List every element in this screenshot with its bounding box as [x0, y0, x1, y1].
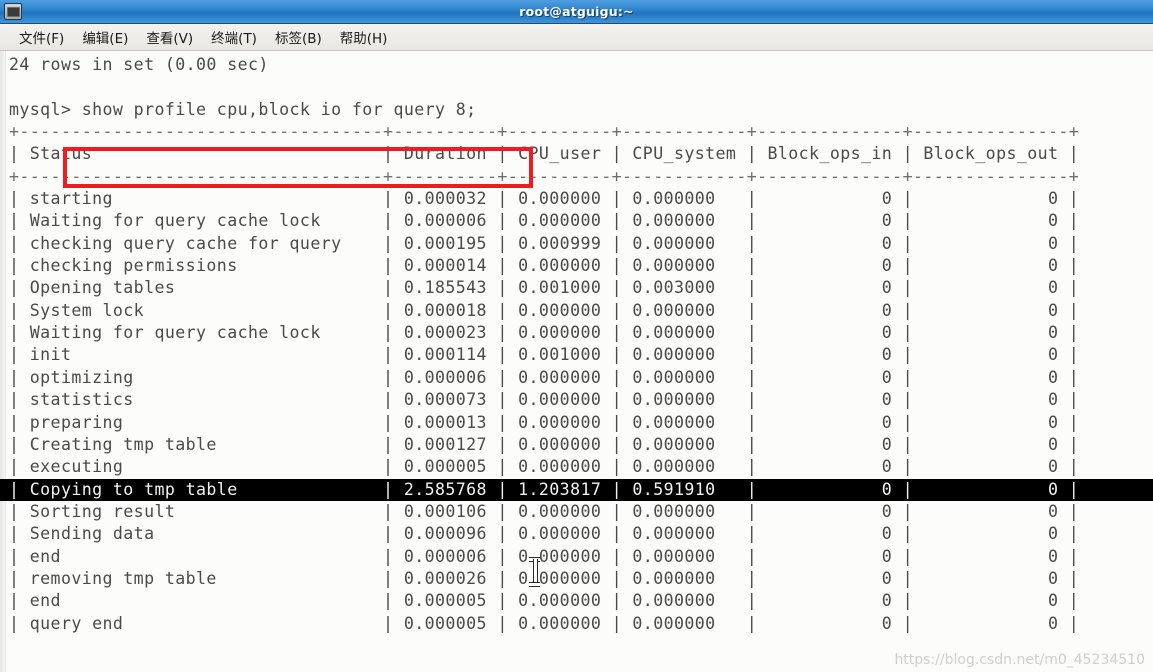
- table-row: | Opening tables | 0.185543 | 0.001000 |…: [9, 278, 1080, 298]
- table-row: | preparing | 0.000013 | 0.000000 | 0.00…: [9, 412, 1080, 432]
- table-row: | checking query cache for query | 0.000…: [9, 233, 1080, 253]
- table-row: | end | 0.000006 | 0.000000 | 0.000000 |…: [9, 546, 1080, 566]
- menu-terminal[interactable]: 终端(T): [202, 25, 266, 49]
- result-notice: 24 rows in set (0.00 sec): [9, 55, 269, 74]
- menu-file[interactable]: 文件(F): [10, 25, 73, 49]
- title-bar: root@atguigu:~: [0, 0, 1153, 24]
- table-separator-header: +-----------------------------------+---…: [9, 166, 1080, 186]
- table-row: | init | 0.000114 | 0.001000 | 0.000000 …: [9, 345, 1080, 365]
- table-row: | end | 0.000005 | 0.000000 | 0.000000 |…: [9, 591, 1080, 611]
- menu-edit[interactable]: 编辑(E): [73, 25, 137, 49]
- table-row: | Sending data | 0.000096 | 0.000000 | 0…: [9, 524, 1080, 544]
- menu-view[interactable]: 查看(V): [137, 25, 202, 49]
- table-row: | Sorting result | 0.000106 | 0.000000 |…: [9, 501, 1080, 521]
- terminal-window: root@atguigu:~ 文件(F) 编辑(E) 查看(V) 终端(T) 标签(B)…: [0, 0, 1153, 672]
- table-row: | removing tmp table | 0.000026 | 0.0000…: [9, 568, 1080, 588]
- table-row: | Copying to tmp table | 2.585768 | 1.20…: [0, 478, 1153, 501]
- table-row: | executing | 0.000005 | 0.000000 | 0.00…: [9, 457, 1080, 477]
- menu-help[interactable]: 帮助(H): [331, 25, 397, 49]
- table-row: | statistics | 0.000073 | 0.000000 | 0.0…: [9, 390, 1080, 410]
- command-line: mysql> show profile cpu,block io for que…: [9, 99, 477, 119]
- terminal-output: 24 rows in set (0.00 sec) mysql> show pro…: [0, 51, 1153, 672]
- table-row: | Creating tmp table | 0.000127 | 0.0000…: [9, 434, 1080, 454]
- table-row: | Waiting for query cache lock | 0.00000…: [9, 211, 1080, 231]
- table-header-row: | Status | Duration | CPU_user | CPU_sys…: [9, 144, 1080, 164]
- table-row: | Waiting for query cache lock | 0.00002…: [9, 323, 1080, 343]
- table-row: | starting | 0.000032 | 0.000000 | 0.000…: [9, 189, 1080, 209]
- table-row: | optimizing | 0.000006 | 0.000000 | 0.0…: [9, 367, 1080, 387]
- menu-bar: 文件(F) 编辑(E) 查看(V) 终端(T) 标签(B) 帮助(H): [0, 24, 1153, 51]
- terminal-area[interactable]: 24 rows in set (0.00 sec) mysql> show pro…: [0, 51, 1153, 672]
- table-row: | System lock | 0.000018 | 0.000000 | 0.…: [9, 300, 1080, 320]
- table-row: | query end | 0.000005 | 0.000000 | 0.00…: [9, 613, 1080, 633]
- window-title: root@atguigu:~: [519, 4, 634, 19]
- table-row: | checking permissions | 0.000014 | 0.00…: [9, 256, 1080, 276]
- menu-tabs[interactable]: 标签(B): [266, 25, 331, 49]
- table-separator-top: +-----------------------------------+---…: [9, 122, 1080, 142]
